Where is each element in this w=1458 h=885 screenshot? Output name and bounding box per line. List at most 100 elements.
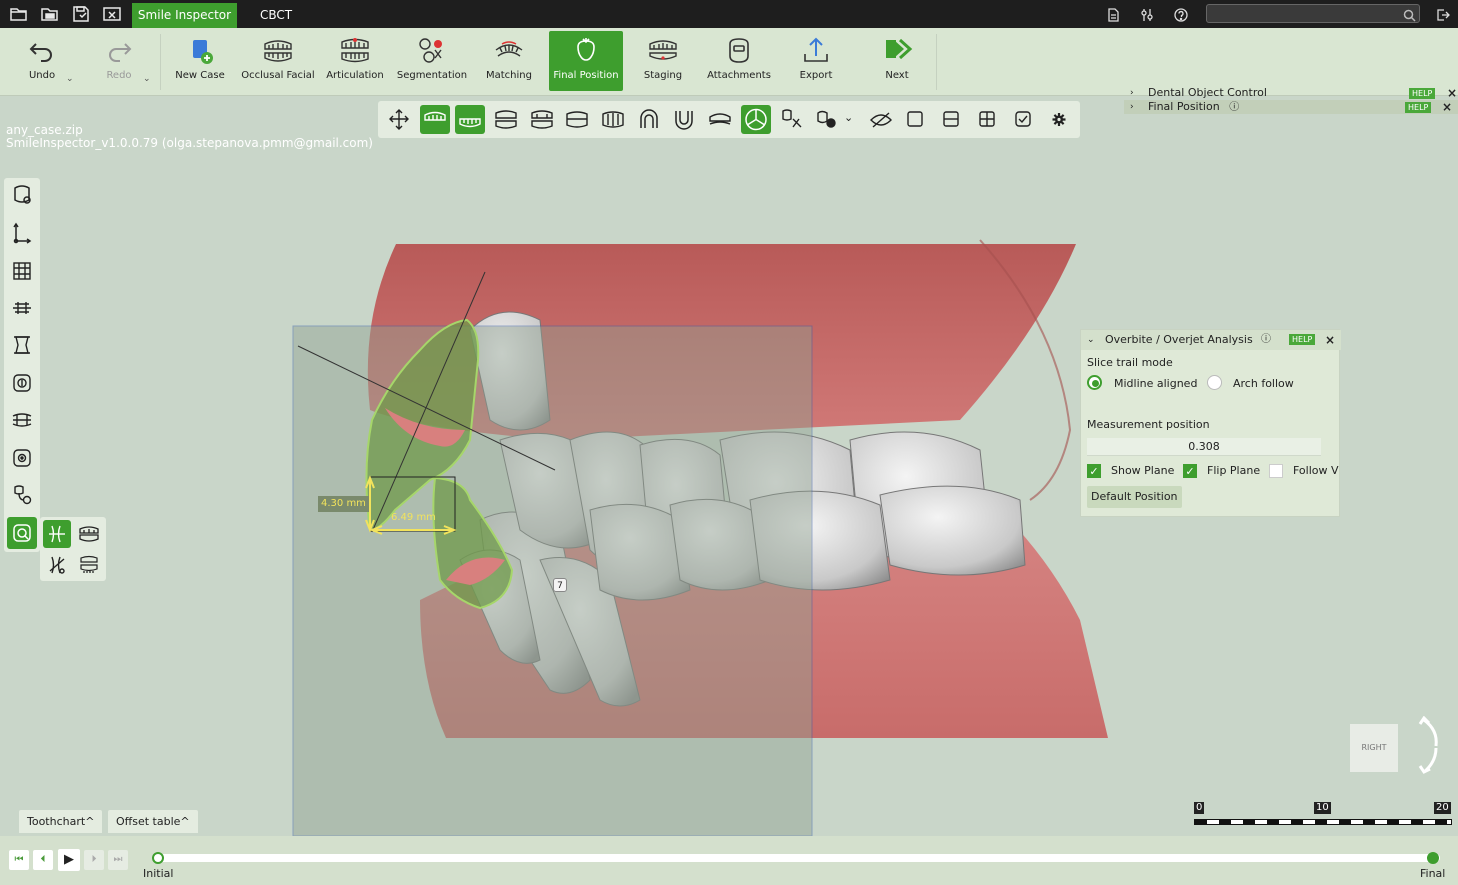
open-archive-icon[interactable]	[41, 6, 59, 22]
bite-icon[interactable]	[7, 404, 37, 436]
next-button[interactable]: Next	[870, 31, 924, 91]
color-tool-dropdown-icon[interactable]: ⌄	[844, 111, 853, 124]
toothchart-tab[interactable]: Toothchart^	[19, 810, 103, 833]
front-view-icon[interactable]	[562, 105, 592, 134]
previous-stage-button[interactable]: ⏴	[33, 850, 53, 870]
tab-cbct[interactable]: CBCT	[250, 3, 302, 28]
undo-icon	[25, 36, 59, 66]
chevron-up-icon: ^	[180, 815, 190, 828]
grid-icon[interactable]	[7, 255, 37, 287]
side-view-icon[interactable]	[598, 105, 628, 134]
visibility-toggle-icon[interactable]	[866, 105, 896, 134]
bolton-analysis-icon[interactable]	[75, 551, 103, 579]
last-stage-button[interactable]: ⏭	[108, 850, 128, 870]
segmentation-button[interactable]: Segmentation	[396, 31, 468, 91]
split-view-layout-icon[interactable]	[936, 105, 966, 134]
staging-button[interactable]: Staging	[634, 31, 692, 91]
new-case-button[interactable]: New Case	[172, 31, 228, 91]
both-jaws-icon[interactable]	[491, 105, 521, 134]
occlusion-view-icon[interactable]	[527, 105, 557, 134]
show-plane-checkbox[interactable]: ✓	[1087, 464, 1101, 478]
undo-button[interactable]: Undo	[18, 31, 66, 91]
attachments-icon	[722, 36, 756, 66]
search-icon	[1403, 7, 1416, 22]
export-button[interactable]: Export	[790, 31, 842, 91]
gear-icon[interactable]	[1044, 105, 1074, 134]
occlusal-plane-icon[interactable]	[7, 292, 37, 324]
app-version: SmileInspector_v1.0.0.79 (olga.stepanova…	[6, 136, 373, 150]
occlusal-facial-icon	[261, 36, 295, 66]
overbite-overjet-icon[interactable]	[7, 517, 37, 549]
redo-dropdown-icon[interactable]: ⌄	[143, 74, 151, 84]
upper-jaw-view-icon[interactable]	[420, 105, 450, 134]
overjet-label: 4.30 mm	[318, 496, 369, 512]
overbite-analysis-icon[interactable]	[741, 105, 771, 134]
rotate-view-icon[interactable]	[1418, 716, 1444, 776]
jaw-section-icon[interactable]	[75, 520, 103, 548]
attachments-button[interactable]: Attachments	[704, 31, 774, 91]
play-button[interactable]: ▶	[58, 849, 80, 871]
document-icon[interactable]	[1106, 7, 1120, 22]
info-icon[interactable]: ⓘ	[1261, 330, 1271, 350]
undo-dropdown-icon[interactable]: ⌄	[66, 74, 74, 84]
tooth-inspect-icon[interactable]	[7, 442, 37, 474]
overbite-section-icon[interactable]	[43, 520, 71, 548]
matching-button[interactable]: Matching	[480, 31, 538, 91]
axis-icon[interactable]	[7, 217, 37, 249]
midline-aligned-radio[interactable]	[1087, 375, 1102, 390]
flip-plane-checkbox[interactable]: ✓	[1183, 464, 1197, 478]
timeline-thumb[interactable]	[1427, 852, 1439, 864]
timeline-start-marker[interactable]	[152, 852, 164, 864]
checklist-icon[interactable]	[1008, 105, 1038, 134]
open-folder-icon[interactable]	[10, 6, 28, 22]
gingiva-view-icon[interactable]	[705, 105, 735, 134]
tooth-settings-icon[interactable]	[7, 180, 37, 212]
help-badge[interactable]: HELP	[1289, 334, 1316, 345]
arch-follow-radio[interactable]	[1207, 375, 1222, 390]
tooth-number-badge[interactable]: 7	[553, 578, 567, 592]
articulation-button[interactable]: Articulation	[322, 31, 388, 91]
measurement-position-field[interactable]: 0.308	[1087, 438, 1321, 456]
first-stage-button[interactable]: ⏮	[9, 850, 29, 870]
segmentation-icon	[415, 36, 449, 66]
quad-view-layout-icon[interactable]	[972, 105, 1002, 134]
tooth-select-icon[interactable]	[777, 105, 807, 134]
tooth-cut-icon[interactable]	[43, 551, 71, 579]
panel-header[interactable]: ⌄ Overbite / Overjet Analysis ⓘ HELP ×	[1081, 330, 1341, 350]
ribbon-divider	[936, 34, 937, 90]
color-tool-icon[interactable]	[812, 105, 842, 134]
help-icon[interactable]	[1174, 7, 1188, 22]
fit-view-icon[interactable]	[384, 105, 414, 134]
follow-view-checkbox[interactable]	[1269, 464, 1283, 478]
default-position-button[interactable]: Default Position	[1087, 486, 1182, 508]
offset-table-label: Offset table	[116, 815, 181, 828]
tooth-link-icon[interactable]	[7, 479, 37, 511]
close-icon[interactable]: ×	[1325, 330, 1335, 350]
occlusal-facial-button[interactable]: Occlusal Facial	[240, 31, 316, 91]
lower-jaw-view-icon[interactable]	[455, 105, 485, 134]
timeline-track[interactable]	[152, 854, 1440, 862]
segmentation-label: Segmentation	[396, 70, 468, 81]
tooth-measure-icon[interactable]	[7, 367, 37, 399]
arch-upper-view-icon[interactable]	[634, 105, 664, 134]
settings-sliders-icon[interactable]	[1140, 7, 1154, 21]
save-icon[interactable]	[72, 6, 90, 22]
final-position-button[interactable]: Final Position	[549, 31, 623, 91]
search-input[interactable]	[1206, 4, 1420, 23]
tab-smile-inspector[interactable]: Smile Inspector	[132, 3, 237, 28]
arch-lower-view-icon[interactable]	[669, 105, 699, 134]
title-bar: Smile Inspector CBCT	[0, 0, 1458, 28]
close-case-icon[interactable]	[103, 6, 121, 22]
next-stage-button[interactable]: ⏵	[84, 850, 104, 870]
scale-bar-ruler	[1194, 819, 1452, 825]
view-cube[interactable]: RIGHT	[1350, 724, 1398, 772]
view-toolbar: ⌄	[378, 101, 1080, 138]
tooth-frame-icon[interactable]	[7, 329, 37, 361]
timeline-end-label: Final	[1420, 867, 1446, 880]
logout-icon[interactable]	[1436, 7, 1450, 21]
chevron-down-icon[interactable]: ⌄	[1087, 330, 1095, 350]
overbite-label: 6.49 mm	[391, 512, 436, 523]
single-view-layout-icon[interactable]	[900, 105, 930, 134]
redo-button[interactable]: Redo	[95, 31, 143, 91]
offset-table-tab[interactable]: Offset table^	[108, 810, 198, 833]
